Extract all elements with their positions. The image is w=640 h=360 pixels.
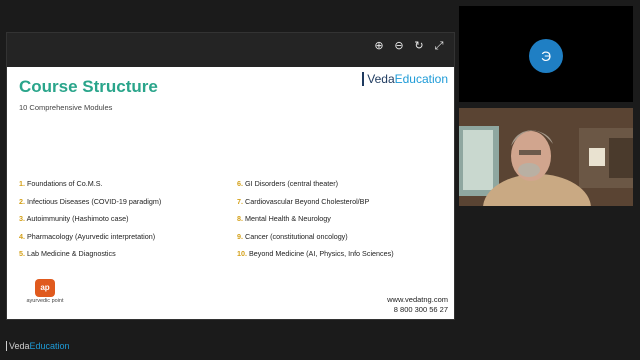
module-label: Cardiovascular Beyond Cholesterol/BP: [245, 196, 370, 206]
website-text: www.vedatng.com: [387, 295, 448, 304]
module-item: 7. Cardiovascular Beyond Cholesterol/BP: [237, 197, 437, 206]
module-number: 6.: [237, 179, 243, 188]
module-item: 5. Lab Medicine & Diagnostics: [19, 249, 237, 258]
module-number: 7.: [237, 196, 243, 206]
module-number: 3.: [19, 214, 25, 223]
module-number: 9.: [237, 231, 243, 241]
logo-badge: ap: [35, 279, 55, 297]
module-label: Pharmacology (Ayurvedic interpretation): [27, 231, 156, 241]
module-number: 8.: [237, 214, 243, 223]
expand-icon[interactable]: ⤢: [432, 39, 446, 53]
screen-toolbar: ⊕ ⊖ ↻ ⤢: [372, 39, 446, 53]
refresh-icon[interactable]: ↻: [412, 39, 426, 53]
slide-title: Course Structure: [19, 77, 158, 96]
module-item: 2. Infectious Diseases (COVID-19 paradig…: [19, 197, 237, 206]
logo-text: ayurvedic point: [26, 298, 64, 304]
slide-subtitle: 10 Comprehensive Modules: [19, 103, 113, 112]
module-number: 2.: [19, 196, 25, 206]
module-number: 5.: [19, 249, 25, 258]
phone-text: 8 800 300 56 27: [393, 305, 448, 314]
footer-brand-suffix: Education: [29, 341, 70, 351]
contact-info: www.vedatng.com 8 800 300 56 27: [387, 295, 448, 315]
module-label: Beyond Medicine (AI, Physics, Info Scien…: [249, 249, 394, 258]
module-item: 3. Autoimmunity (Hashimoto case): [19, 214, 237, 223]
footer-brand-prefix: Veda: [9, 341, 30, 351]
brand-suffix: Education: [394, 72, 448, 86]
module-item: 9. Cancer (constitutional oncology): [237, 232, 437, 241]
speaker-video: [459, 108, 633, 206]
participant-tile-video[interactable]: [459, 108, 633, 206]
zoom-in-icon[interactable]: ⊕: [372, 39, 386, 53]
footer-brand-logo: VedaEducation: [6, 341, 70, 351]
module-label: Foundations of Co.M.S.: [27, 179, 103, 188]
module-label: Infectious Diseases (COVID-19 paradigm): [27, 196, 162, 206]
module-label: Cancer (constitutional oncology): [245, 231, 348, 241]
module-label: Lab Medicine & Diagnostics: [27, 249, 116, 258]
ayurvedic-point-logo: ap ayurvedic point: [19, 279, 71, 304]
module-list: 1. Foundations of Co.M.S. 6. GI Disorders…: [19, 179, 439, 258]
module-label: GI Disorders (central theater): [245, 179, 339, 188]
module-number: 10.: [237, 249, 247, 258]
brand-prefix: Veda: [367, 72, 395, 86]
avatar: Э: [529, 39, 563, 73]
zoom-out-icon[interactable]: ⊖: [392, 39, 406, 53]
shared-screen: ⊕ ⊖ ↻ ⤢ Course Structure 10 Comprehensiv…: [6, 32, 455, 320]
module-item: 1. Foundations of Co.M.S.: [19, 179, 237, 188]
participant-tile-avatar[interactable]: Э: [459, 6, 633, 102]
presentation-slide: Course Structure 10 Comprehensive Module…: [7, 67, 454, 319]
module-item: 10. Beyond Medicine (AI, Physics, Info S…: [237, 249, 437, 258]
module-label: Mental Health & Neurology: [245, 214, 331, 223]
brand-logo: VedaEducation: [362, 72, 448, 86]
module-item: 4. Pharmacology (Ayurvedic interpretatio…: [19, 232, 237, 241]
module-item: 8. Mental Health & Neurology: [237, 214, 437, 223]
module-number: 1.: [19, 179, 25, 188]
module-label: Autoimmunity (Hashimoto case): [26, 214, 129, 223]
module-number: 4.: [19, 231, 25, 241]
module-item: 6. GI Disorders (central theater): [237, 179, 437, 188]
